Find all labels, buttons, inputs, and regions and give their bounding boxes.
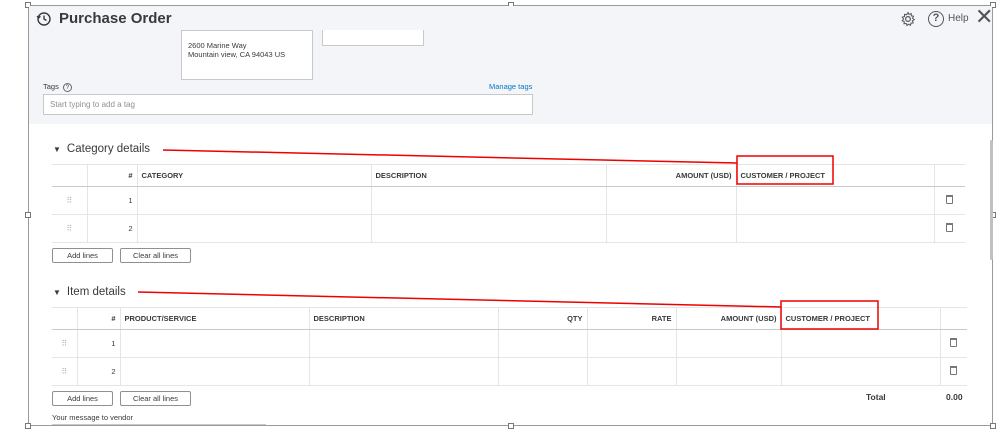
category-add-lines-button[interactable]: Add lines bbox=[52, 248, 113, 263]
product-service-cell[interactable] bbox=[119, 329, 309, 358]
drag-handle-icon[interactable]: ⠿ bbox=[52, 329, 77, 358]
trash-icon[interactable] bbox=[950, 338, 958, 347]
qty-cell[interactable] bbox=[497, 357, 587, 386]
delete-row-cell[interactable] bbox=[939, 329, 967, 358]
resize-handle-bottom-right[interactable] bbox=[990, 423, 996, 429]
page-title: Purchase Order bbox=[59, 10, 172, 27]
amount-cell[interactable] bbox=[605, 186, 736, 215]
drag-handle-icon[interactable]: ⠿ bbox=[52, 357, 77, 386]
resize-handle-left[interactable] bbox=[25, 212, 31, 218]
row-number: 2 bbox=[76, 357, 120, 386]
table-row[interactable]: ⠿ 2 bbox=[52, 214, 965, 243]
category-cell[interactable] bbox=[136, 186, 371, 215]
col-description: DESCRIPTION bbox=[308, 307, 498, 330]
close-icon[interactable]: ✕ bbox=[975, 6, 993, 28]
resize-handle-bottom-left[interactable] bbox=[25, 423, 31, 429]
drag-handle-icon[interactable]: ⠿ bbox=[52, 214, 87, 243]
vendor-message-label: Your message to vendor bbox=[52, 413, 134, 422]
item-header-row: # PRODUCT/SERVICE DESCRIPTION QTY RATE A… bbox=[52, 307, 967, 330]
col-category: CATEGORY bbox=[136, 164, 371, 187]
row-number: 1 bbox=[86, 186, 137, 215]
tags-label-text: Tags bbox=[43, 82, 59, 91]
col-product-service: PRODUCT/SERVICE bbox=[119, 307, 309, 330]
category-details-title: Category details bbox=[66, 143, 151, 155]
col-description: DESCRIPTION bbox=[370, 164, 606, 187]
category-header-row: # CATEGORY DESCRIPTION AMOUNT (USD) CUST… bbox=[52, 164, 965, 187]
amount-cell[interactable] bbox=[675, 357, 781, 386]
delete-column-header bbox=[939, 307, 967, 330]
tags-input[interactable] bbox=[43, 94, 533, 115]
item-add-lines-button[interactable]: Add lines bbox=[52, 391, 113, 406]
vendor-message-field[interactable] bbox=[52, 424, 266, 429]
description-cell[interactable] bbox=[308, 357, 498, 386]
delete-row-cell[interactable] bbox=[933, 186, 965, 215]
scrollbar-thumb[interactable] bbox=[990, 140, 993, 260]
header-field[interactable] bbox=[322, 30, 424, 46]
collapse-triangle-icon: ▼ bbox=[53, 288, 61, 297]
help-icon[interactable]: ? bbox=[928, 11, 944, 27]
category-details-toggle[interactable]: ▼ Category details bbox=[53, 143, 150, 155]
tags-label: Tags ? bbox=[43, 82, 72, 92]
tags-help-icon[interactable]: ? bbox=[62, 82, 72, 92]
trash-icon[interactable] bbox=[946, 223, 954, 232]
drag-column-header bbox=[52, 307, 77, 330]
vendor-address-box[interactable]: 2600 Marine Way Mountain view, CA 94043 … bbox=[181, 30, 313, 80]
drag-handle-icon[interactable]: ⠿ bbox=[52, 186, 87, 215]
table-row[interactable]: ⠿ 1 bbox=[52, 186, 965, 215]
help-link[interactable]: Help bbox=[948, 13, 969, 24]
customer-project-cell[interactable] bbox=[780, 329, 940, 358]
description-cell[interactable] bbox=[370, 186, 606, 215]
delete-row-cell[interactable] bbox=[939, 357, 967, 386]
table-row[interactable]: ⠿ 1 bbox=[52, 329, 967, 358]
address-line-2: Mountain view, CA 94043 US bbox=[188, 50, 286, 59]
category-clear-lines-button[interactable]: Clear all lines bbox=[120, 248, 191, 263]
collapse-triangle-icon: ▼ bbox=[53, 145, 61, 154]
drag-column-header bbox=[52, 164, 87, 187]
item-clear-lines-button[interactable]: Clear all lines bbox=[120, 391, 191, 406]
trash-icon[interactable] bbox=[950, 366, 958, 375]
amount-cell[interactable] bbox=[675, 329, 781, 358]
delete-column-header bbox=[933, 164, 965, 187]
manage-tags-link[interactable]: Manage tags bbox=[489, 82, 532, 91]
customer-project-cell[interactable] bbox=[735, 186, 934, 215]
product-service-cell[interactable] bbox=[119, 357, 309, 386]
total-label: Total bbox=[866, 392, 886, 402]
col-customer-project: CUSTOMER / PROJECT bbox=[780, 307, 940, 330]
col-customer-project: CUSTOMER / PROJECT bbox=[735, 164, 934, 187]
rate-cell[interactable] bbox=[586, 357, 676, 386]
trash-icon[interactable] bbox=[946, 195, 954, 204]
col-amount: AMOUNT (USD) bbox=[605, 164, 736, 187]
category-table: # CATEGORY DESCRIPTION AMOUNT (USD) CUST… bbox=[52, 164, 965, 243]
row-number: 1 bbox=[76, 329, 120, 358]
delete-row-cell[interactable] bbox=[933, 214, 965, 243]
customer-project-cell[interactable] bbox=[780, 357, 940, 386]
col-amount: AMOUNT (USD) bbox=[675, 307, 781, 330]
history-icon[interactable] bbox=[36, 11, 52, 27]
col-num: # bbox=[76, 307, 120, 330]
rate-cell[interactable] bbox=[586, 329, 676, 358]
col-num: # bbox=[86, 164, 137, 187]
item-details-title: Item details bbox=[66, 286, 126, 298]
item-details-toggle[interactable]: ▼ Item details bbox=[53, 286, 126, 298]
description-cell[interactable] bbox=[308, 329, 498, 358]
customer-project-cell[interactable] bbox=[735, 214, 934, 243]
resize-handle-bottom[interactable] bbox=[508, 423, 514, 429]
description-cell[interactable] bbox=[370, 214, 606, 243]
col-rate: RATE bbox=[586, 307, 676, 330]
total-value: 0.00 bbox=[946, 392, 963, 402]
col-qty: QTY bbox=[497, 307, 587, 330]
gear-icon[interactable] bbox=[900, 11, 916, 27]
item-table: # PRODUCT/SERVICE DESCRIPTION QTY RATE A… bbox=[52, 307, 967, 386]
row-number: 2 bbox=[86, 214, 137, 243]
category-cell[interactable] bbox=[136, 214, 371, 243]
address-line-1: 2600 Marine Way bbox=[188, 41, 247, 50]
amount-cell[interactable] bbox=[605, 214, 736, 243]
table-row[interactable]: ⠿ 2 bbox=[52, 357, 967, 386]
qty-cell[interactable] bbox=[497, 329, 587, 358]
